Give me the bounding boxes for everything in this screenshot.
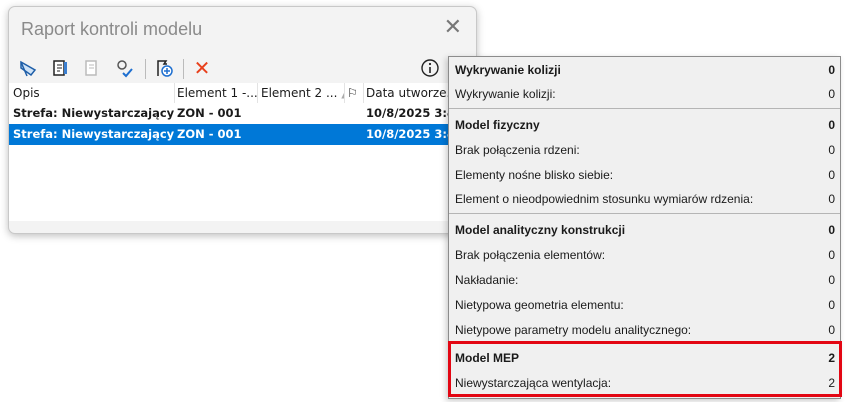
table-row-selected[interactable]: Strefa: Niewystarczający wyw... ZON - 00… <box>9 124 468 145</box>
toolbar: ✕ <box>9 53 476 83</box>
section-header-physical: Model fizyczny 0 <box>455 118 835 132</box>
section-header-analytical: Model analityczny konstrukcji 0 <box>455 223 835 237</box>
check-icon[interactable] <box>113 57 135 79</box>
summary-item: Nakładanie: 0 <box>455 273 835 287</box>
section-header-collision: Wykrywanie kolizji 0 <box>455 63 835 77</box>
report-icon[interactable] <box>49 57 71 79</box>
summary-item: Brak połączenia rdzeni: 0 <box>455 143 835 157</box>
summary-item: Wykrywanie kolizji: 0 <box>455 87 835 101</box>
column-header-opis[interactable]: Opis <box>13 83 175 103</box>
cell-opis: Strefa: Niewystarczający wyw... <box>13 127 175 141</box>
mep-highlight-box <box>448 341 842 397</box>
zoom-to-element-icon[interactable] <box>17 57 39 79</box>
column-header-flag[interactable]: ⚐ <box>347 83 364 103</box>
column-header-element-1[interactable]: Element 1 -... ▲ <box>177 83 258 103</box>
flag-icon: ⚐ <box>347 86 358 100</box>
report-disabled-icon <box>81 57 103 79</box>
cell-element-1: ZON - 001 <box>177 106 242 120</box>
delete-icon[interactable]: ✕ <box>191 56 213 80</box>
column-header-element-2[interactable]: Element 2 ... ▲▲ <box>261 83 345 103</box>
column-header-date[interactable]: Data utworze... <box>366 83 449 103</box>
divider <box>449 213 840 214</box>
summary-item: Element o nieodpowiednim stosunku wymiar… <box>455 192 835 206</box>
summary-item: Nietypowe parametry modelu analitycznego… <box>455 323 835 337</box>
sort-icon: ▲▲ <box>341 86 344 100</box>
column-label: Element 1 -... <box>177 86 258 100</box>
close-icon[interactable]: ✕ <box>444 15 462 40</box>
table-row[interactable]: Strefa: Niewystarczający nawi... ZON - 0… <box>9 103 468 124</box>
column-label: Element 2 ... <box>261 86 338 100</box>
model-check-report-dialog: Raport kontroli modelu ✕ ✕ Opis Element … <box>8 6 477 234</box>
summary-item: Brak połączenia elementów: 0 <box>455 248 835 262</box>
cell-opis: Strefa: Niewystarczający nawi... <box>13 106 175 120</box>
dialog-title: Raport kontroli modelu <box>21 19 203 39</box>
divider <box>449 108 840 109</box>
info-icon[interactable] <box>419 57 441 79</box>
summary-item: Elementy nośne blisko siebie: 0 <box>455 168 835 182</box>
issues-list: Opis Element 1 -... ▲ Element 2 ... ▲▲ ⚐… <box>9 83 468 221</box>
add-flag-icon[interactable] <box>153 57 175 79</box>
summary-item: Nietypowa geometria elementu: 0 <box>455 298 835 312</box>
cell-element-1: ZON - 001 <box>177 127 242 141</box>
